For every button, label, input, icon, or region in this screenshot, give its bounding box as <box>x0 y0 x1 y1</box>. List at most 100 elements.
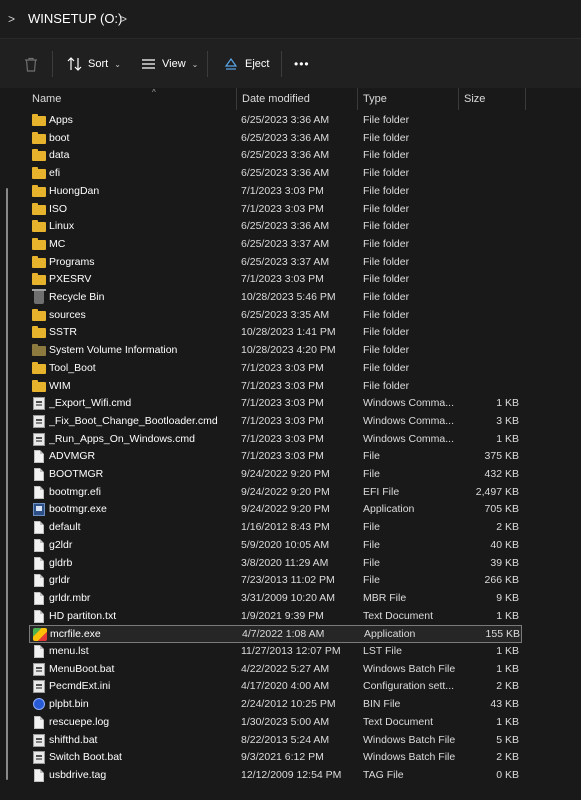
file-row[interactable]: bootmgr.exe 9/24/2022 9:20 PM Application 7… <box>29 501 522 519</box>
file-name: SSTR <box>49 326 78 339</box>
file-row[interactable]: shifthd.bat 8/22/2013 5:24 AM Windows Batc… <box>29 732 522 750</box>
file-row[interactable]: PecmdExt.ini 4/17/2020 4:00 AM Configurati… <box>29 678 522 696</box>
file-type: Configuration sett... <box>363 680 455 693</box>
file-size <box>463 165 519 183</box>
file-size: 1 KB <box>496 397 519 410</box>
file-row[interactable]: menu.lst 11/27/2013 12:07 PM LST File 1 KB <box>29 643 522 661</box>
file-date-modified: 7/1/2023 3:03 PM <box>241 202 324 215</box>
folder-icon <box>32 167 46 180</box>
file-row[interactable]: default 1/16/2012 8:43 PM File 2 KB <box>29 519 522 537</box>
file-row[interactable]: Recycle Bin 10/28/2023 5:46 PM File folder <box>29 289 522 307</box>
file-row[interactable]: Linux 6/25/2023 3:36 AM File folder <box>29 218 522 236</box>
folder-icon <box>32 131 46 144</box>
file-row[interactable]: Apps 6/25/2023 3:36 AM File folder <box>29 112 522 130</box>
file-row[interactable]: bootmgr.efi 9/24/2022 9:20 PM EFI File 2,49… <box>29 484 522 502</box>
file-row[interactable]: data 6/25/2023 3:36 AM File folder <box>29 147 522 165</box>
vertical-scrollbar[interactable] <box>6 188 8 780</box>
file-type: File folder <box>363 308 410 321</box>
file-icon <box>34 521 44 535</box>
file-row[interactable]: Tool_Boot 7/1/2023 3:03 PM File folder <box>29 360 522 378</box>
column-date-header[interactable]: Date modified <box>236 88 357 110</box>
file-row[interactable]: _Export_Wifi.cmd 7/1/2023 3:03 PM Windows … <box>29 395 522 413</box>
file-size: 5 KB <box>496 733 519 746</box>
file-type: File folder <box>363 184 410 197</box>
chevron-down-icon: ⌄ <box>114 59 121 69</box>
file-row[interactable]: HD partiton.txt 1/9/2021 9:39 PM Text Docu… <box>29 608 522 626</box>
file-date-modified: 6/25/2023 3:35 AM <box>241 308 330 321</box>
folder-icon <box>32 149 46 162</box>
file-size: 1 KB <box>496 662 519 675</box>
file-row[interactable]: BOOTMGR 9/24/2022 9:20 PM File 432 KB <box>29 466 522 484</box>
file-name: BOOTMGR <box>49 468 104 480</box>
file-size: 3 KB <box>496 414 519 427</box>
file-row[interactable]: boot 6/25/2023 3:36 AM File folder <box>29 130 522 148</box>
file-row[interactable]: g2ldr 5/9/2020 10:05 AM File 40 KB <box>29 537 522 555</box>
file-row[interactable]: ISO 7/1/2023 3:03 PM File folder <box>29 201 522 219</box>
file-row[interactable]: plpbt.bin 2/24/2012 10:25 PM BIN File 43 KB <box>29 696 522 714</box>
file-size: 9 KB <box>496 591 519 604</box>
file-size: 432 KB <box>484 468 519 480</box>
file-size: 2 KB <box>496 751 519 764</box>
sort-button[interactable]: Sort ⌄ <box>67 53 121 75</box>
chevron-right-icon[interactable]: > <box>8 12 15 26</box>
file-row[interactable]: Programs 6/25/2023 3:37 AM File folder <box>29 254 522 272</box>
file-date-modified: 4/7/2022 1:08 AM <box>242 628 325 641</box>
file-size: 43 KB <box>490 698 519 711</box>
file-type: File folder <box>363 237 410 250</box>
file-row[interactable]: grldr.mbr 3/31/2009 10:20 AM MBR File 9 KB <box>29 590 522 608</box>
file-row[interactable]: sources 6/25/2023 3:35 AM File folder <box>29 307 522 325</box>
eject-button[interactable]: Eject <box>224 53 269 75</box>
column-divider[interactable] <box>525 88 526 110</box>
file-row[interactable]: MC 6/25/2023 3:37 AM File folder <box>29 236 522 254</box>
file-row[interactable]: _Run_Apps_On_Windows.cmd 7/1/2023 3:03 PM… <box>29 431 522 449</box>
toolbar-divider <box>52 51 53 77</box>
command-bar: Sort ⌄ View ⌄ Eject ••• <box>0 38 581 88</box>
folder-icon <box>32 273 46 286</box>
text-file-icon <box>34 715 44 729</box>
system-folder-icon <box>32 344 46 357</box>
file-type: File folder <box>363 379 410 392</box>
breadcrumb-drive[interactable]: WINSETUP (O:) <box>28 11 122 27</box>
more-options-button[interactable]: ••• <box>294 53 310 75</box>
file-row[interactable]: rescuepe.log 1/30/2023 5:00 AM Text Docume… <box>29 714 522 732</box>
file-row[interactable]: System Volume Information 10/28/2023 4:20… <box>29 342 522 360</box>
file-date-modified: 7/1/2023 3:03 PM <box>241 432 324 445</box>
file-row[interactable]: efi 6/25/2023 3:36 AM File folder <box>29 165 522 183</box>
file-row[interactable]: gldrb 3/8/2020 11:29 AM File 39 KB <box>29 555 522 573</box>
file-name: boot <box>49 131 70 144</box>
file-row[interactable]: MenuBoot.bat 4/22/2022 5:27 AM Windows Bat… <box>29 661 522 679</box>
column-size-header[interactable]: Size <box>458 88 525 110</box>
file-row[interactable]: grldr 7/23/2013 11:02 PM File 266 KB <box>29 572 522 590</box>
eject-label: Eject <box>245 58 270 70</box>
file-date-modified: 12/12/2009 12:54 PM <box>241 768 342 781</box>
file-row[interactable]: WIM 7/1/2023 3:03 PM File folder <box>29 378 522 396</box>
file-row[interactable]: mcrfile.exe 4/7/2022 1:08 AM Application 15… <box>29 625 522 643</box>
file-row[interactable]: SSTR 10/28/2023 1:41 PM File folder <box>29 324 522 342</box>
file-size <box>463 324 519 342</box>
column-header: Name ^ Date modified Type Size <box>0 88 581 110</box>
cmd-file-icon <box>33 414 45 428</box>
address-bar[interactable]: > WINSETUP (O:) > <box>0 0 581 38</box>
file-size: 2,497 KB <box>475 485 519 498</box>
file-icon <box>34 768 44 782</box>
file-row[interactable]: _Fix_Boot_Change_Bootloader.cmd 7/1/2023 … <box>29 413 522 431</box>
file-date-modified: 4/22/2022 5:27 AM <box>241 662 330 675</box>
file-row[interactable]: PXESRV 7/1/2023 3:03 PM File folder <box>29 271 522 289</box>
file-date-modified: 7/1/2023 3:03 PM <box>241 397 324 410</box>
file-row[interactable]: HuongDan 7/1/2023 3:03 PM File folder <box>29 183 522 201</box>
file-row[interactable]: Switch Boot.bat 9/3/2021 6:12 PM Windows B… <box>29 749 522 767</box>
view-button[interactable]: View ⌄ <box>141 53 198 75</box>
file-date-modified: 8/22/2013 5:24 AM <box>241 733 330 746</box>
file-row[interactable]: usbdrive.tag 12/12/2009 12:54 PM TAG File 0… <box>29 767 522 785</box>
file-size: 2 KB <box>496 680 519 693</box>
chevron-right-icon[interactable]: > <box>120 12 127 26</box>
delete-button[interactable] <box>24 53 38 75</box>
file-size <box>463 307 519 325</box>
file-icon <box>34 574 44 588</box>
column-type-header[interactable]: Type <box>357 88 458 110</box>
column-name-header[interactable]: Name ^ <box>26 88 236 110</box>
file-row[interactable]: ADVMGR 7/1/2023 3:03 PM File 375 KB <box>29 448 522 466</box>
folder-icon <box>32 237 46 250</box>
file-type: MBR File <box>363 591 407 604</box>
file-list-pane[interactable]: Name ^ Date modified Type Size Apps 6/25/… <box>0 88 581 800</box>
